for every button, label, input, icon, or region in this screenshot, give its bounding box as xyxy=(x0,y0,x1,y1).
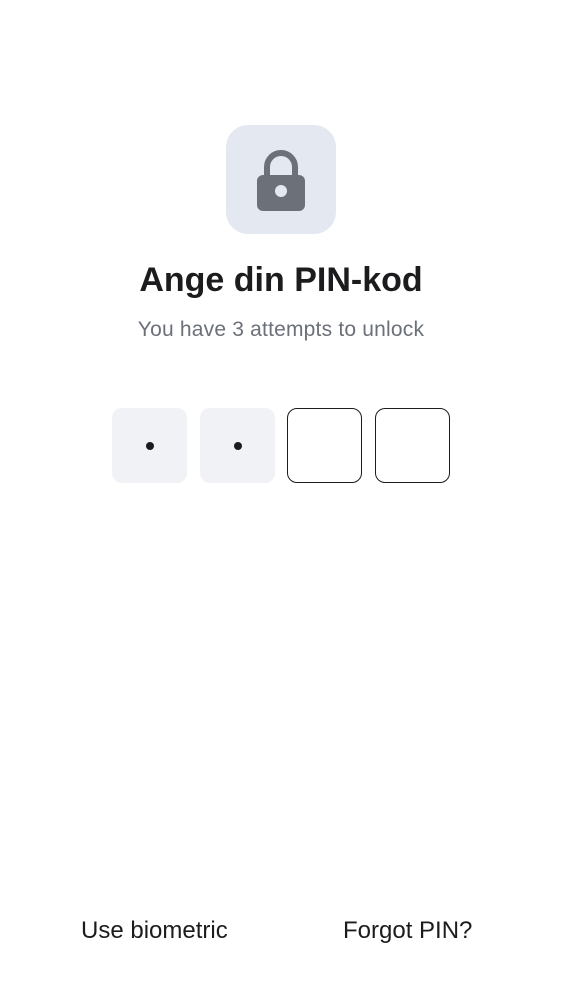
lock-icon xyxy=(257,149,305,211)
attempts-remaining-text: You have 3 attempts to unlock xyxy=(137,318,425,341)
forgot-pin-button[interactable]: Forgot PIN? xyxy=(343,911,472,951)
pin-mask-dot xyxy=(145,441,154,450)
pin-digit-1[interactable] xyxy=(112,408,187,483)
lock-icon-tile xyxy=(226,125,336,234)
pin-digit-4[interactable] xyxy=(375,408,450,483)
pin-input[interactable] xyxy=(112,408,450,483)
page-title: Ange din PIN-kod xyxy=(139,261,423,299)
pin-digit-3[interactable] xyxy=(287,408,362,483)
pin-mask-dot xyxy=(233,441,242,450)
pin-digit-2[interactable] xyxy=(200,408,275,483)
use-biometric-button[interactable]: Use biometric xyxy=(81,911,228,951)
